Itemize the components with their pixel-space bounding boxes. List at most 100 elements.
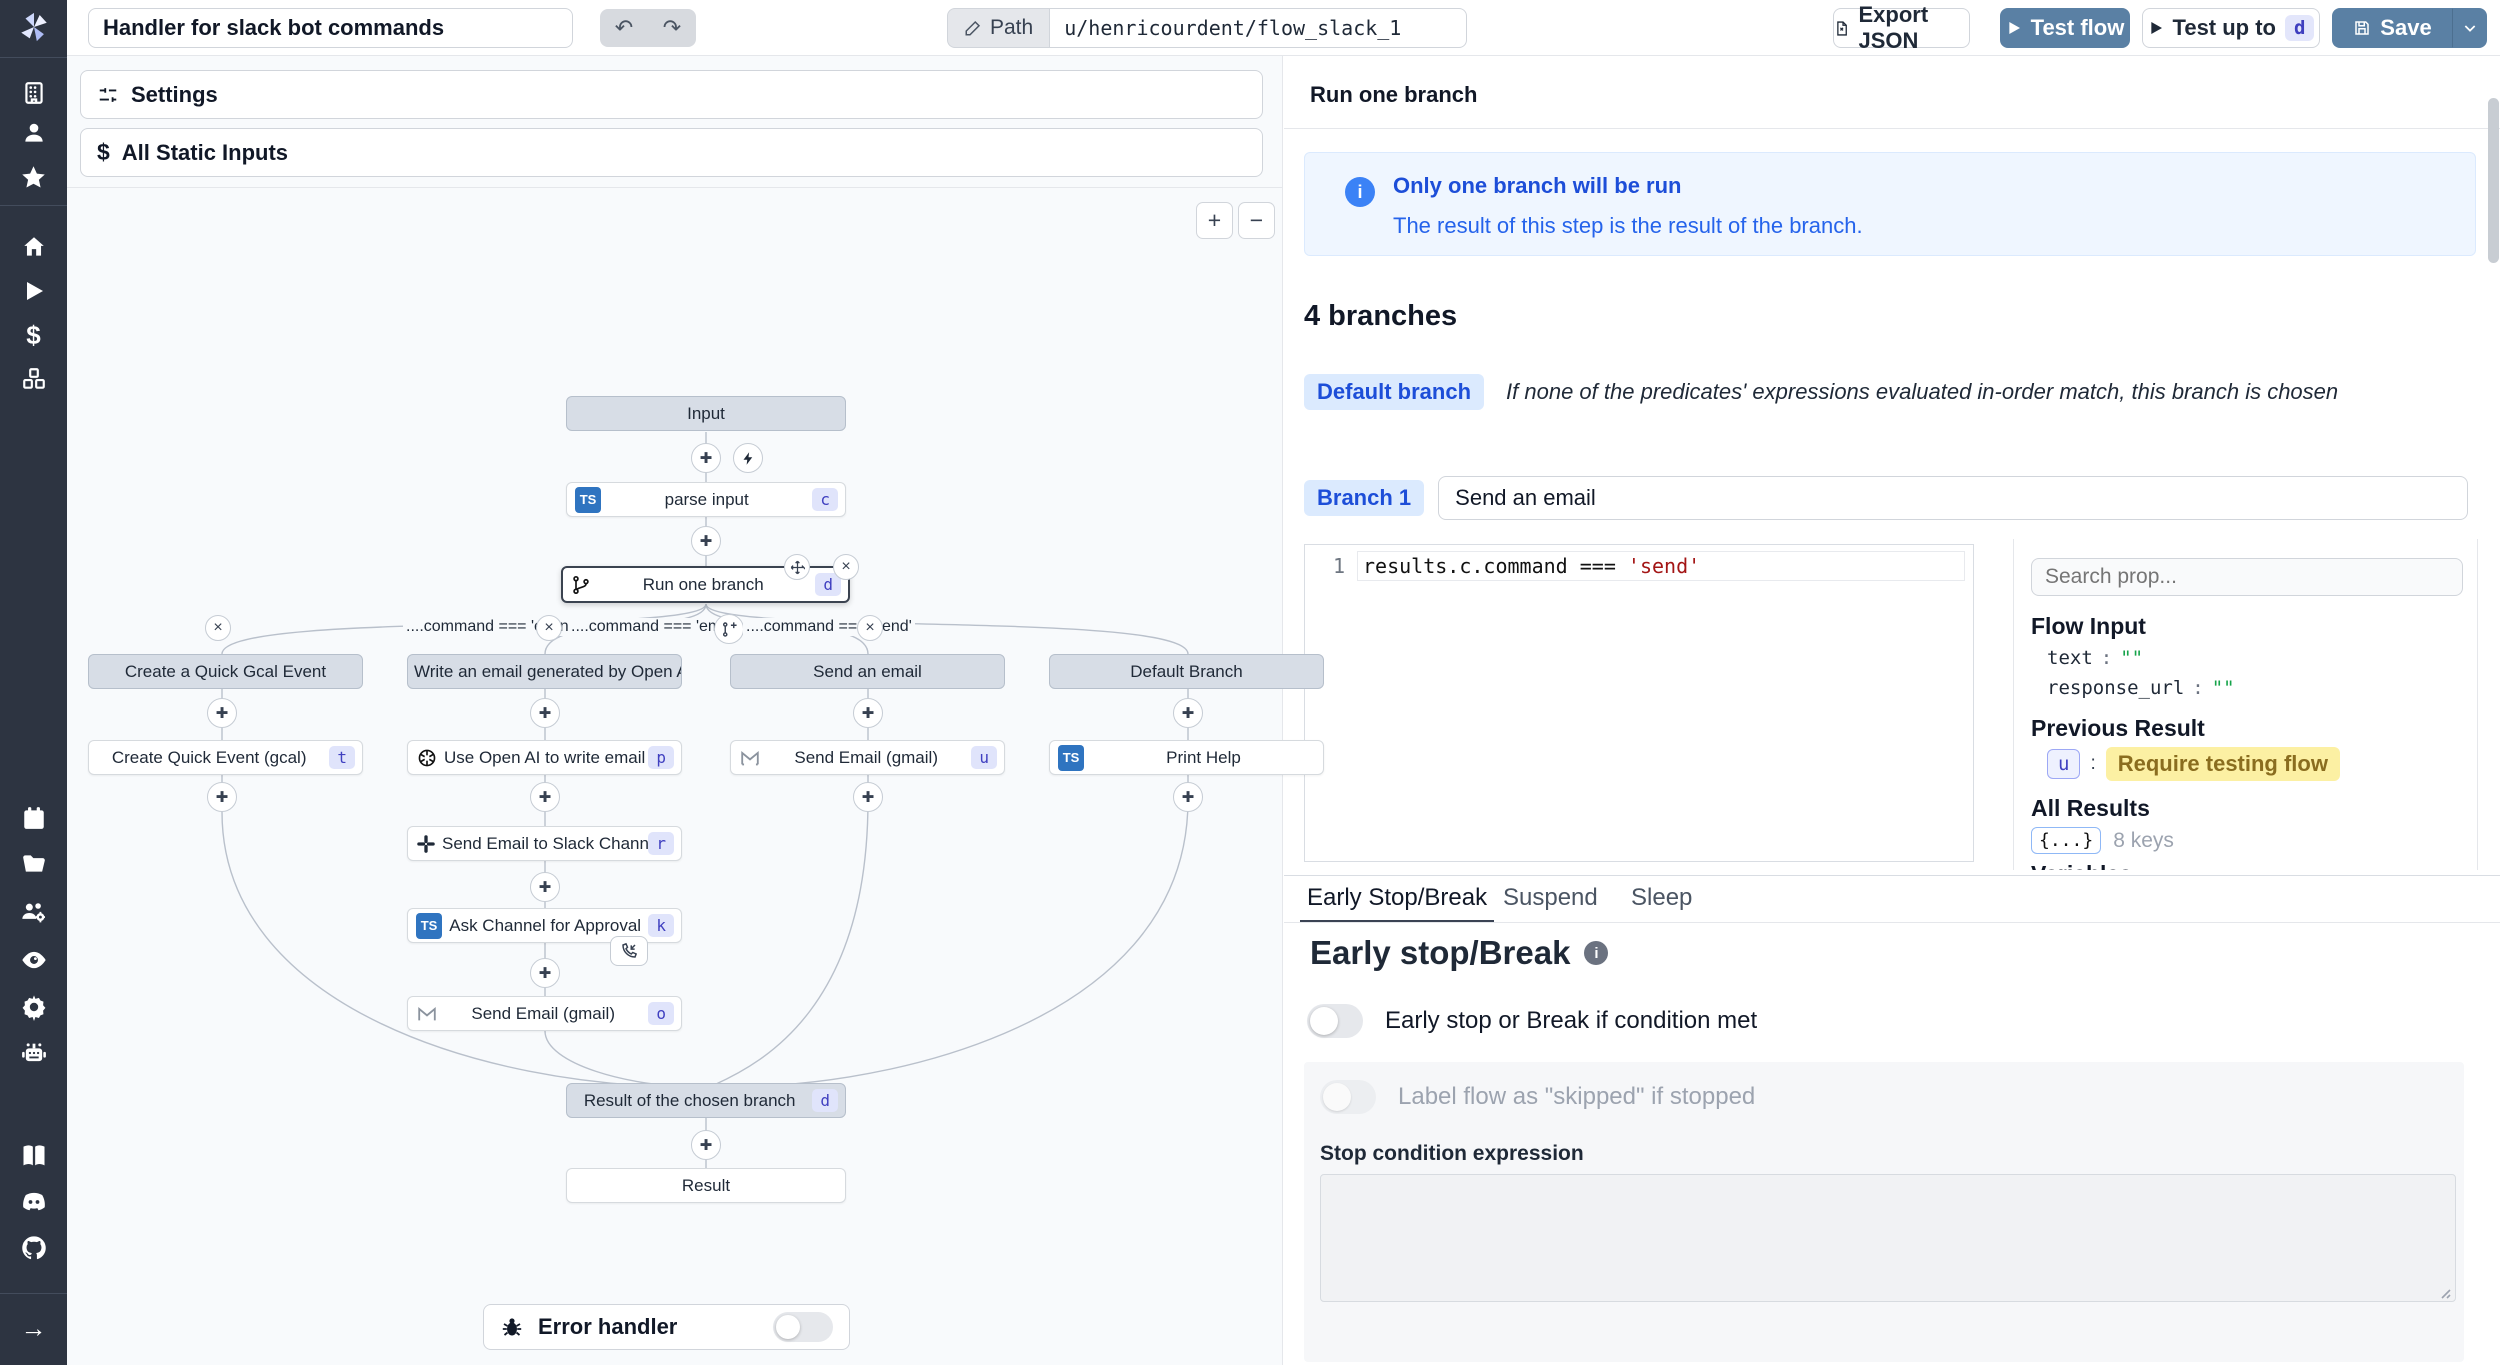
node-parse-input[interactable]: TS parse input c bbox=[566, 482, 846, 517]
search-prop-input[interactable] bbox=[2031, 558, 2463, 596]
add-step-button[interactable]: ✚ bbox=[853, 782, 883, 812]
early-stop-heading: Early stop/Break i bbox=[1310, 934, 1608, 972]
path-chip[interactable]: Path bbox=[947, 8, 1049, 48]
branch-header-default[interactable]: Default Branch bbox=[1049, 654, 1324, 689]
early-stop-toggle[interactable] bbox=[1307, 1004, 1363, 1038]
export-json-button[interactable]: Export JSON bbox=[1833, 8, 1970, 48]
trigger-button[interactable] bbox=[733, 443, 763, 473]
tab-sleep[interactable]: Sleep bbox=[1631, 884, 1692, 912]
delete-branch-button[interactable]: × bbox=[205, 615, 231, 641]
save-button[interactable]: Save bbox=[2332, 8, 2453, 48]
node-result[interactable]: Result bbox=[566, 1168, 846, 1203]
node-flow-input[interactable]: Input bbox=[566, 396, 846, 431]
stop-condition-textarea[interactable] bbox=[1320, 1174, 2456, 1302]
add-step-button[interactable]: ✚ bbox=[691, 526, 721, 556]
info-icon[interactable]: i bbox=[1584, 941, 1608, 965]
step-id-badge: u bbox=[2047, 749, 2080, 779]
error-handler-bar[interactable]: Error handler bbox=[483, 1304, 850, 1350]
step-id-badge: d bbox=[812, 1089, 838, 1112]
sidebar-item-favorites[interactable] bbox=[0, 157, 67, 197]
windmill-logo[interactable] bbox=[0, 7, 67, 47]
flow-title-input[interactable] bbox=[88, 8, 573, 48]
node-print-help[interactable]: TS Print Help bbox=[1049, 740, 1324, 775]
zoom-in-button[interactable]: + bbox=[1196, 202, 1233, 239]
static-inputs-bar[interactable]: $ All Static Inputs bbox=[80, 128, 1263, 177]
sidebar-item-github[interactable] bbox=[0, 1228, 67, 1268]
sidebar-item-audit[interactable] bbox=[0, 940, 67, 980]
node-label: Send Email to Slack Channel bbox=[436, 834, 648, 854]
delete-branch-button[interactable]: × bbox=[536, 615, 562, 641]
error-handler-toggle[interactable] bbox=[773, 1312, 833, 1342]
scrollbar-thumb[interactable] bbox=[2488, 98, 2499, 263]
branch-1-badge: Branch 1 bbox=[1304, 480, 1424, 516]
prop-row-text[interactable]: text:"" bbox=[2047, 647, 2143, 669]
tab-suspend[interactable]: Suspend bbox=[1503, 884, 1598, 912]
sidebar-item-settings[interactable] bbox=[0, 987, 67, 1027]
add-step-button[interactable]: ✚ bbox=[530, 698, 560, 728]
prop-row-response-url[interactable]: response_url:"" bbox=[2047, 677, 2235, 699]
sidebar-item-runs[interactable] bbox=[0, 271, 67, 311]
add-step-button[interactable]: ✚ bbox=[530, 782, 560, 812]
sidebar-item-workspace[interactable] bbox=[0, 73, 67, 113]
node-use-openai[interactable]: Use Open AI to write email p bbox=[407, 740, 682, 775]
node-label: Ask Channel for Approval bbox=[442, 916, 648, 936]
export-json-label: Export JSON bbox=[1858, 2, 1969, 54]
test-flow-button[interactable]: Test flow bbox=[2000, 8, 2130, 48]
branch-header-openai[interactable]: Write an email generated by Open AI bbox=[407, 654, 682, 689]
tab-early-stop-break[interactable]: Early Stop/Break bbox=[1307, 884, 1487, 912]
path-input[interactable] bbox=[1049, 8, 1467, 48]
settings-bar[interactable]: Settings bbox=[80, 70, 1263, 119]
info-title: Only one branch will be run bbox=[1393, 173, 1681, 199]
sidebar-item-home[interactable] bbox=[0, 227, 67, 267]
sidebar-item-resources[interactable] bbox=[0, 359, 67, 399]
node-send-email-slack[interactable]: Send Email to Slack Channel r bbox=[407, 826, 682, 861]
node-label: Write an email generated by Open AI bbox=[408, 662, 681, 682]
sidebar-item-ai[interactable] bbox=[0, 1033, 67, 1073]
branch-1-summary-input[interactable] bbox=[1438, 476, 2468, 520]
add-step-button[interactable]: ✚ bbox=[691, 1130, 721, 1160]
add-step-button[interactable]: ✚ bbox=[530, 958, 560, 988]
add-step-button[interactable]: ✚ bbox=[853, 698, 883, 728]
sidebar-item-discord[interactable] bbox=[0, 1182, 67, 1222]
skip-label-toggle[interactable] bbox=[1320, 1080, 1376, 1114]
add-branch-button[interactable] bbox=[714, 614, 744, 644]
sidebar-item-user[interactable] bbox=[0, 113, 67, 153]
suspend-indicator[interactable] bbox=[610, 936, 648, 966]
add-step-button[interactable]: ✚ bbox=[207, 698, 237, 728]
node-send-email-gmail[interactable]: Send Email (gmail) u bbox=[730, 740, 1005, 775]
divider bbox=[1284, 128, 2500, 129]
add-step-button[interactable]: ✚ bbox=[530, 872, 560, 902]
node-send-email-gmail-2[interactable]: Send Email (gmail) o bbox=[407, 996, 682, 1031]
undo-button[interactable]: ↶ bbox=[615, 17, 633, 39]
code-expression: results.c.command === bbox=[1363, 554, 1628, 578]
star-icon bbox=[20, 164, 47, 191]
early-stop-toggle-label: Early stop or Break if condition met bbox=[1385, 1007, 1757, 1035]
sidebar-collapse-button[interactable]: → bbox=[0, 1308, 67, 1348]
branch-header-send-email[interactable]: Send an email bbox=[730, 654, 1005, 689]
add-step-button[interactable]: ✚ bbox=[1173, 782, 1203, 812]
node-create-quick-event[interactable]: Create Quick Event (gcal) t bbox=[88, 740, 363, 775]
sidebar-item-docs[interactable] bbox=[0, 1136, 67, 1176]
add-step-button[interactable]: ✚ bbox=[1173, 698, 1203, 728]
delete-branch-button[interactable]: × bbox=[857, 615, 883, 641]
all-results-row[interactable]: {...} 8 keys bbox=[2031, 827, 2174, 854]
dollar-icon: $ bbox=[97, 139, 110, 166]
previous-result-row[interactable]: u : Require testing flow bbox=[2047, 747, 2340, 781]
zoom-out-button[interactable]: − bbox=[1238, 202, 1275, 239]
predicate-code-editor[interactable]: 1 results.c.command === 'send' bbox=[1304, 544, 1974, 862]
sidebar-item-groups[interactable] bbox=[0, 893, 67, 933]
test-up-to-button[interactable]: Test up to d bbox=[2142, 8, 2320, 48]
node-result-of-branch[interactable]: Result of the chosen branch d bbox=[566, 1083, 846, 1118]
sidebar-item-schedules[interactable] bbox=[0, 798, 67, 838]
info-icon: i bbox=[1345, 177, 1375, 207]
move-node-button[interactable] bbox=[784, 554, 810, 580]
branch-header-gcal[interactable]: Create a Quick Gcal Event bbox=[88, 654, 363, 689]
delete-node-button[interactable]: × bbox=[833, 554, 859, 580]
add-step-button[interactable]: ✚ bbox=[207, 782, 237, 812]
sidebar-item-folders[interactable] bbox=[0, 844, 67, 884]
redo-button[interactable]: ↷ bbox=[663, 17, 681, 39]
flow-canvas[interactable]: Settings $ All Static Inputs + − Input ✚ bbox=[67, 56, 1283, 1365]
save-dropdown-button[interactable] bbox=[2453, 8, 2487, 48]
sidebar-item-variables[interactable]: $ bbox=[0, 315, 67, 355]
add-step-button[interactable]: ✚ bbox=[691, 443, 721, 473]
